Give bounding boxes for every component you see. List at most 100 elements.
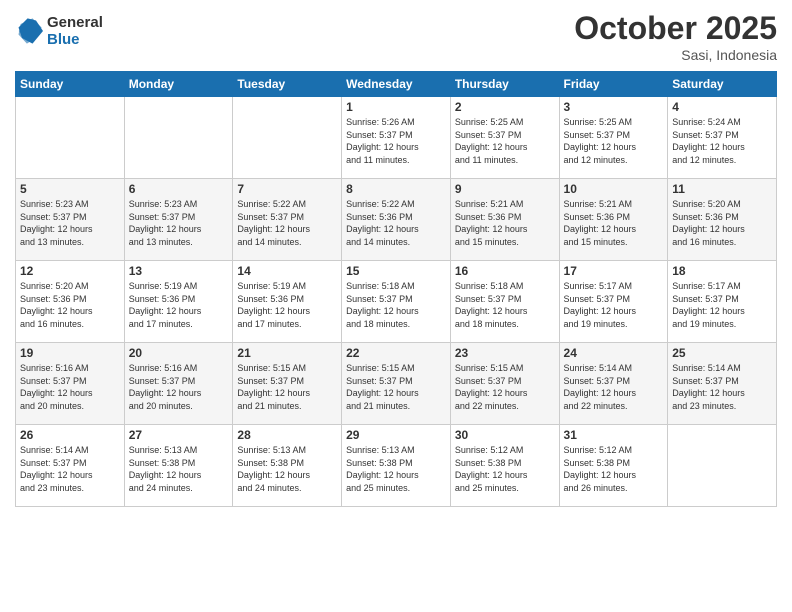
calendar-cell	[233, 97, 342, 179]
day-info: Sunrise: 5:15 AM Sunset: 5:37 PM Dayligh…	[455, 362, 555, 412]
day-info: Sunrise: 5:25 AM Sunset: 5:37 PM Dayligh…	[564, 116, 664, 166]
calendar-cell: 2Sunrise: 5:25 AM Sunset: 5:37 PM Daylig…	[450, 97, 559, 179]
weekday-header-row: SundayMondayTuesdayWednesdayThursdayFrid…	[16, 72, 777, 97]
day-info: Sunrise: 5:23 AM Sunset: 5:37 PM Dayligh…	[20, 198, 120, 248]
day-info: Sunrise: 5:12 AM Sunset: 5:38 PM Dayligh…	[455, 444, 555, 494]
calendar-cell: 16 Sunrise: 5:18 AM Sunset: 5:37 PM Dayli…	[450, 261, 559, 343]
calendar-cell: 6Sunrise: 5:23 AM Sunset: 5:37 PM Daylig…	[124, 179, 233, 261]
day-number: 11	[672, 182, 772, 196]
day-number: 25	[672, 346, 772, 360]
week-row-3: 12Sunrise: 5:20 AM Sunset: 5:36 PM Dayli…	[16, 261, 777, 343]
calendar-cell: 7 Sunrise: 5:22 AM Sunset: 5:37 PM Daylig…	[233, 179, 342, 261]
calendar-cell: 8Sunrise: 5:22 AM Sunset: 5:36 PM Daylig…	[342, 179, 451, 261]
week-row-4: 19 Sunrise: 5:16 AM Sunset: 5:37 PM Dayli…	[16, 343, 777, 425]
day-info: Sunrise: 5:19 AM Sunset: 5:36 PM Dayligh…	[129, 280, 229, 330]
day-info: Sunrise: 5:23 AM Sunset: 5:37 PM Dayligh…	[129, 198, 229, 248]
week-row-1: 1Sunrise: 5:26 AM Sunset: 5:37 PM Daylig…	[16, 97, 777, 179]
calendar-cell: 24 Sunrise: 5:14 AM Sunset: 5:37 PM Dayli…	[559, 343, 668, 425]
calendar-cell: 4 Sunrise: 5:24 AM Sunset: 5:37 PM Daylig…	[668, 97, 777, 179]
day-number: 13	[129, 264, 229, 278]
day-info: Sunrise: 5:17 AM Sunset: 5:37 PM Dayligh…	[564, 280, 664, 330]
calendar-cell	[124, 97, 233, 179]
day-number: 10	[564, 182, 664, 196]
day-number: 7	[237, 182, 337, 196]
calendar-table: SundayMondayTuesdayWednesdayThursdayFrid…	[15, 71, 777, 507]
month-title: October 2025	[574, 10, 777, 47]
calendar-cell	[16, 97, 125, 179]
logo-general: General	[47, 14, 103, 31]
day-info: Sunrise: 5:22 AM Sunset: 5:37 PM Dayligh…	[237, 198, 337, 248]
day-number: 15	[346, 264, 446, 278]
day-info: Sunrise: 5:24 AM Sunset: 5:37 PM Dayligh…	[672, 116, 772, 166]
logo-blue: Blue	[47, 31, 103, 48]
calendar-cell: 29 Sunrise: 5:13 AM Sunset: 5:38 PM Dayli…	[342, 425, 451, 507]
header: General Blue October 2025 Sasi, Indonesi…	[15, 10, 777, 63]
logo-icon	[15, 17, 43, 45]
day-info: Sunrise: 5:20 AM Sunset: 5:36 PM Dayligh…	[672, 198, 772, 248]
day-info: Sunrise: 5:13 AM Sunset: 5:38 PM Dayligh…	[346, 444, 446, 494]
calendar-cell	[668, 425, 777, 507]
day-number: 9	[455, 182, 555, 196]
day-number: 24	[564, 346, 664, 360]
day-number: 30	[455, 428, 555, 442]
day-number: 20	[129, 346, 229, 360]
calendar-cell: 1Sunrise: 5:26 AM Sunset: 5:37 PM Daylig…	[342, 97, 451, 179]
calendar-cell: 12Sunrise: 5:20 AM Sunset: 5:36 PM Dayli…	[16, 261, 125, 343]
day-info: Sunrise: 5:14 AM Sunset: 5:37 PM Dayligh…	[564, 362, 664, 412]
day-number: 1	[346, 100, 446, 114]
day-info: Sunrise: 5:16 AM Sunset: 5:37 PM Dayligh…	[20, 362, 120, 412]
week-row-5: 26Sunrise: 5:14 AM Sunset: 5:37 PM Dayli…	[16, 425, 777, 507]
calendar-cell: 30 Sunrise: 5:12 AM Sunset: 5:38 PM Dayli…	[450, 425, 559, 507]
day-number: 2	[455, 100, 555, 114]
day-number: 5	[20, 182, 120, 196]
weekday-saturday: Saturday	[668, 72, 777, 97]
day-number: 14	[237, 264, 337, 278]
day-number: 23	[455, 346, 555, 360]
day-number: 27	[129, 428, 229, 442]
day-info: Sunrise: 5:21 AM Sunset: 5:36 PM Dayligh…	[564, 198, 664, 248]
day-number: 28	[237, 428, 337, 442]
calendar-cell: 21Sunrise: 5:15 AM Sunset: 5:37 PM Dayli…	[233, 343, 342, 425]
week-row-2: 5 Sunrise: 5:23 AM Sunset: 5:37 PM Daylig…	[16, 179, 777, 261]
calendar-cell: 5 Sunrise: 5:23 AM Sunset: 5:37 PM Daylig…	[16, 179, 125, 261]
calendar-cell: 20Sunrise: 5:16 AM Sunset: 5:37 PM Dayli…	[124, 343, 233, 425]
day-info: Sunrise: 5:15 AM Sunset: 5:37 PM Dayligh…	[237, 362, 337, 412]
calendar-cell: 18 Sunrise: 5:17 AM Sunset: 5:37 PM Dayli…	[668, 261, 777, 343]
page: General Blue October 2025 Sasi, Indonesi…	[0, 0, 792, 612]
calendar-cell: 26Sunrise: 5:14 AM Sunset: 5:37 PM Dayli…	[16, 425, 125, 507]
day-info: Sunrise: 5:17 AM Sunset: 5:37 PM Dayligh…	[672, 280, 772, 330]
weekday-sunday: Sunday	[16, 72, 125, 97]
calendar-cell: 25 Sunrise: 5:14 AM Sunset: 5:37 PM Dayli…	[668, 343, 777, 425]
day-number: 4	[672, 100, 772, 114]
day-info: Sunrise: 5:21 AM Sunset: 5:36 PM Dayligh…	[455, 198, 555, 248]
weekday-monday: Monday	[124, 72, 233, 97]
day-info: Sunrise: 5:13 AM Sunset: 5:38 PM Dayligh…	[237, 444, 337, 494]
title-area: October 2025 Sasi, Indonesia	[574, 10, 777, 63]
calendar-cell: 17 Sunrise: 5:17 AM Sunset: 5:37 PM Dayli…	[559, 261, 668, 343]
calendar-cell: 15Sunrise: 5:18 AM Sunset: 5:37 PM Dayli…	[342, 261, 451, 343]
calendar-cell: 27 Sunrise: 5:13 AM Sunset: 5:38 PM Dayli…	[124, 425, 233, 507]
location: Sasi, Indonesia	[574, 47, 777, 63]
day-number: 3	[564, 100, 664, 114]
logo: General Blue	[15, 14, 103, 48]
calendar-cell: 10 Sunrise: 5:21 AM Sunset: 5:36 PM Dayli…	[559, 179, 668, 261]
day-number: 18	[672, 264, 772, 278]
day-number: 16	[455, 264, 555, 278]
day-number: 19	[20, 346, 120, 360]
day-info: Sunrise: 5:18 AM Sunset: 5:37 PM Dayligh…	[455, 280, 555, 330]
day-info: Sunrise: 5:14 AM Sunset: 5:37 PM Dayligh…	[672, 362, 772, 412]
calendar-cell: 13 Sunrise: 5:19 AM Sunset: 5:36 PM Dayli…	[124, 261, 233, 343]
day-number: 29	[346, 428, 446, 442]
calendar-cell: 31 Sunrise: 5:12 AM Sunset: 5:38 PM Dayli…	[559, 425, 668, 507]
calendar-cell: 19 Sunrise: 5:16 AM Sunset: 5:37 PM Dayli…	[16, 343, 125, 425]
day-number: 17	[564, 264, 664, 278]
day-number: 22	[346, 346, 446, 360]
calendar-cell: 22 Sunrise: 5:15 AM Sunset: 5:37 PM Dayli…	[342, 343, 451, 425]
day-info: Sunrise: 5:15 AM Sunset: 5:37 PM Dayligh…	[346, 362, 446, 412]
weekday-tuesday: Tuesday	[233, 72, 342, 97]
day-info: Sunrise: 5:12 AM Sunset: 5:38 PM Dayligh…	[564, 444, 664, 494]
calendar-cell: 3 Sunrise: 5:25 AM Sunset: 5:37 PM Daylig…	[559, 97, 668, 179]
day-number: 31	[564, 428, 664, 442]
day-number: 26	[20, 428, 120, 442]
day-info: Sunrise: 5:13 AM Sunset: 5:38 PM Dayligh…	[129, 444, 229, 494]
